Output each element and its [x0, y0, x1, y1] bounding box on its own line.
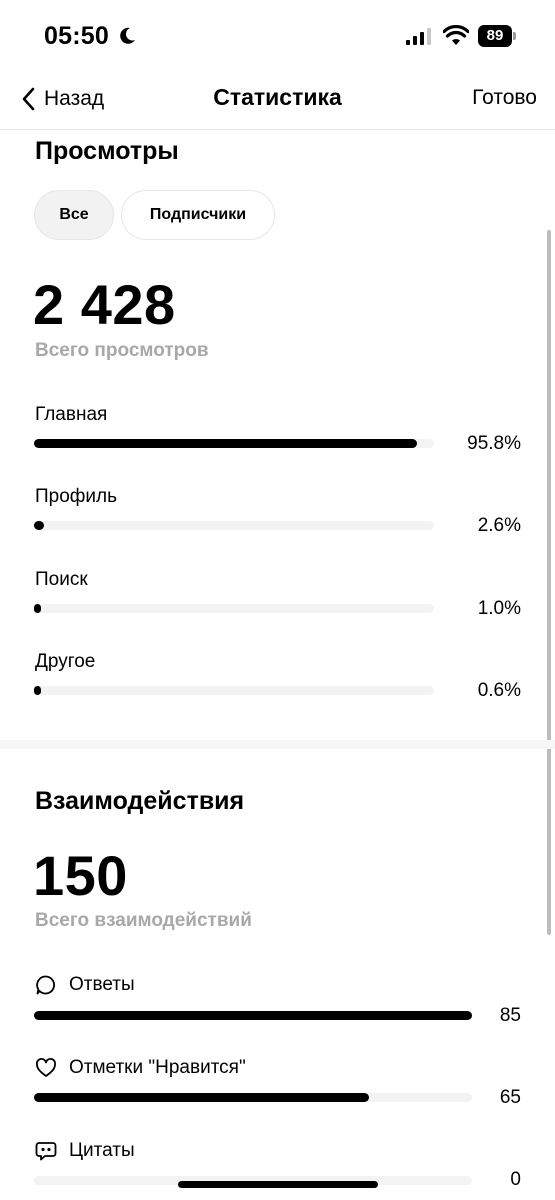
filter-followers-button[interactable]: Подписчики [121, 190, 275, 240]
comment-icon [36, 975, 55, 995]
section-divider [0, 740, 555, 749]
scrollbar[interactable] [547, 230, 551, 935]
interactions-section-title: Взаимодействия [35, 787, 245, 815]
source-label-home: Главная [35, 404, 108, 425]
nav-divider [0, 129, 555, 130]
interaction-value-quotes: 0 [510, 1169, 521, 1190]
interaction-replies: Ответы [35, 974, 135, 996]
source-label-search: Поиск [35, 569, 88, 590]
battery-indicator: 89 [478, 25, 518, 47]
bar-fill [34, 1093, 369, 1102]
interaction-value-likes: 65 [499, 1087, 521, 1108]
done-button[interactable]: Готово [472, 86, 537, 110]
interaction-quotes: Цитаты [35, 1140, 135, 1162]
views-section-title: Просмотры [35, 137, 179, 165]
bar-fill [34, 1011, 472, 1020]
home-indicator[interactable] [178, 1181, 378, 1188]
source-bar-search [34, 604, 434, 613]
interactions-total: 150 [33, 844, 128, 907]
interaction-likes-label: Отметки "Нравится" [69, 1057, 246, 1078]
bar-fill [34, 686, 41, 695]
bar-fill [34, 439, 417, 448]
source-bar-profile [34, 521, 434, 530]
interaction-quotes-label: Цитаты [69, 1140, 135, 1161]
battery-level: 89 [478, 25, 512, 47]
source-label-profile: Профиль [35, 486, 118, 507]
moon-icon [120, 27, 135, 44]
source-value-other: 0.6% [477, 680, 521, 701]
status-time: 05:50 [44, 22, 109, 50]
source-value-search: 1.0% [477, 598, 521, 619]
source-bar-home [34, 439, 434, 448]
source-bar-other [34, 686, 434, 695]
bar-fill [34, 604, 41, 613]
wifi-icon [443, 25, 469, 45]
views-total-label: Всего просмотров [35, 340, 209, 361]
filter-all-button[interactable]: Все [34, 190, 114, 240]
interaction-replies-label: Ответы [69, 974, 135, 995]
interactions-total-label: Всего взаимодействий [35, 910, 252, 931]
heart-icon [36, 1058, 56, 1077]
source-value-profile: 2.6% [477, 515, 521, 536]
source-label-other: Другое [35, 651, 96, 672]
interaction-value-replies: 85 [499, 1005, 521, 1026]
quote-icon [35, 1142, 57, 1161]
bar-fill [34, 521, 44, 530]
source-value-home: 95.8% [467, 433, 521, 454]
cellular-signal-icon [406, 28, 431, 45]
views-total: 2 428 [33, 273, 176, 336]
interaction-bar-replies [34, 1011, 472, 1020]
interaction-likes: Отметки "Нравится" [35, 1057, 246, 1079]
interaction-bar-likes [34, 1093, 472, 1102]
